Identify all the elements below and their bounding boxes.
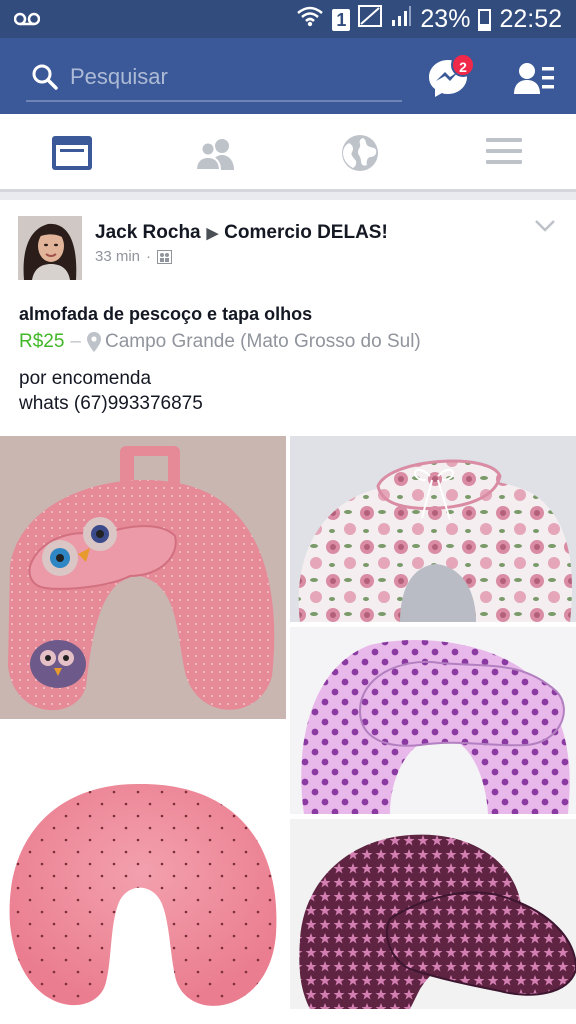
sim-indicator: 1: [332, 8, 351, 31]
status-bar: 1 23% 22:52: [0, 0, 576, 38]
post-meta: 33 min ·: [95, 248, 173, 265]
tab-news-feed-icon[interactable]: [52, 136, 92, 170]
listing-location[interactable]: Campo Grande (Mato Grosso do Sul): [105, 331, 421, 353]
group-name[interactable]: Comercio DELAS!: [224, 222, 388, 243]
battery-percent: 23%: [420, 5, 471, 33]
group-audience-icon: [157, 249, 173, 264]
tab-bar: [0, 114, 576, 192]
author-name[interactable]: Jack Rocha: [95, 222, 201, 243]
top-bar: 2: [0, 38, 576, 114]
post-body-line-2: whats (67)993376875: [19, 393, 203, 414]
avatar[interactable]: [18, 216, 82, 280]
tab-friends-icon[interactable]: [196, 138, 236, 170]
post-body-line-1: por encomenda: [19, 368, 152, 389]
photo-pink-owl-pillow[interactable]: [0, 436, 286, 719]
battery-icon: [478, 8, 492, 31]
no-signal-icon: [358, 5, 383, 34]
listing-title: almofada de pescoço e tapa olhos: [19, 304, 313, 324]
tab-globe-icon[interactable]: [341, 134, 379, 172]
clock: 22:52: [499, 5, 562, 33]
photo-lilac-polka-dot-pillow[interactable]: [290, 627, 576, 814]
photo-pink-dotted-pillow[interactable]: [0, 724, 286, 1024]
arrow-right-icon: ▶: [206, 225, 219, 242]
friend-requests-icon[interactable]: [514, 62, 554, 96]
chevron-down-icon[interactable]: [534, 218, 556, 234]
search-box[interactable]: [26, 54, 402, 102]
search-icon: [32, 64, 58, 90]
status-right: 1 23% 22:52: [296, 5, 562, 34]
post-author-line: Jack Rocha ▶ Comercio DELAS!: [95, 222, 388, 244]
messenger-badge: 2: [451, 53, 475, 77]
listing-price: R$25: [19, 331, 65, 352]
feed-divider: [0, 192, 576, 200]
dot-separator: ·: [146, 248, 152, 265]
voicemail-icon: [13, 7, 41, 33]
wifi-icon: [296, 5, 324, 34]
location-pin-icon: [87, 332, 101, 352]
tab-menu-icon[interactable]: [486, 136, 522, 166]
signal-icon: [390, 5, 412, 34]
search-input[interactable]: [70, 60, 390, 94]
photo-floral-pillow[interactable]: [290, 436, 576, 622]
post-time[interactable]: 33 min: [95, 248, 140, 265]
photo-purple-star-pillow[interactable]: [290, 819, 576, 1009]
price-location-line: R$25 – Campo Grande (Mato Grosso do Sul): [19, 331, 421, 353]
separator: –: [70, 331, 81, 352]
